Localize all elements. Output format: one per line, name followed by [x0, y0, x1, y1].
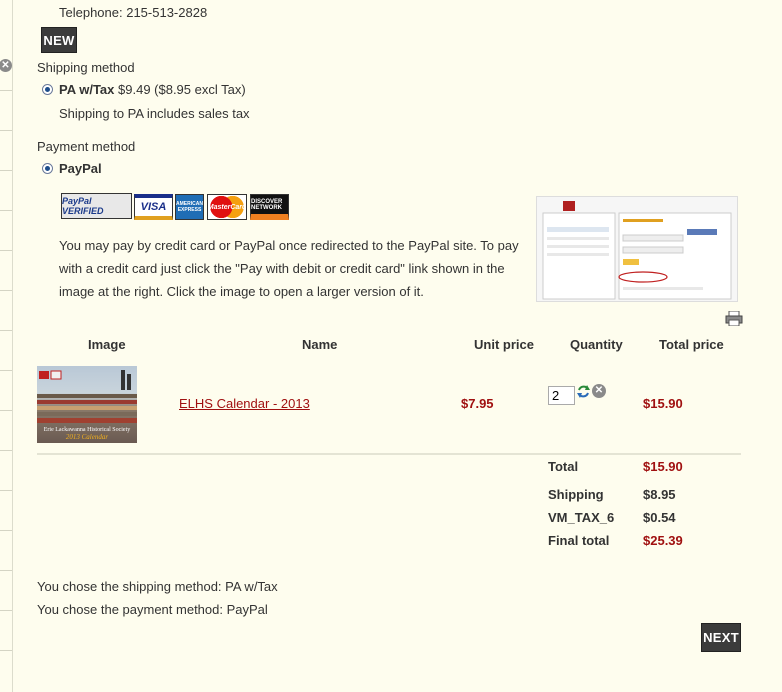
summary-tax-value: $0.54	[643, 510, 676, 525]
payment-option-name: PayPal	[59, 161, 102, 176]
rail-tick	[0, 170, 12, 171]
summary-final-label: Final total	[548, 533, 610, 548]
header-unit-price: Unit price	[474, 337, 534, 352]
confirm-payment-line: You chose the payment method: PayPal	[37, 602, 268, 617]
paypal-instructions-image[interactable]	[536, 196, 738, 302]
refresh-icon[interactable]	[576, 384, 591, 399]
rail-tick	[0, 450, 12, 451]
cart-divider	[37, 453, 741, 455]
rail-tick	[0, 90, 12, 91]
visa-logo: VISA	[134, 194, 173, 220]
summary-shipping-value: $8.95	[643, 487, 676, 502]
payment-description: You may pay by credit card or PayPal onc…	[59, 238, 519, 299]
mastercard-logo: MasterCard	[207, 194, 247, 220]
product-thumbnail[interactable]: Erie Lackawanna Historical Society 2013 …	[37, 366, 137, 443]
rail-tick	[0, 130, 12, 131]
payment-method-heading: Payment method	[37, 139, 136, 154]
discover-logo: DISCOVER NETWORK	[250, 194, 289, 220]
rail-tick	[0, 250, 12, 251]
header-name: Name	[302, 337, 338, 352]
shipping-radio[interactable]	[42, 84, 53, 95]
shipping-option-price: $9.49 ($8.95 excl Tax)	[118, 82, 246, 97]
rail-tick	[0, 490, 12, 491]
payment-radio[interactable]	[42, 163, 53, 174]
remove-item-icon[interactable]: ✕	[592, 384, 606, 398]
shipping-option-name: PA w/Tax	[59, 82, 115, 97]
header-total-price: Total price	[659, 337, 724, 352]
shipping-method-heading: Shipping method	[37, 60, 135, 75]
paypal-verified-text: PayPal VERIFIED	[62, 196, 104, 216]
rail-tick	[0, 370, 12, 371]
thumb-caption-line2: 2013 Calendar	[65, 433, 109, 441]
header-image: Image	[88, 337, 126, 352]
amex-logo: AMERICAN EXPRESS	[175, 194, 204, 220]
rail-tick	[0, 410, 12, 411]
summary-total-label: Total	[548, 459, 579, 474]
left-rail	[0, 0, 13, 692]
total-price-value: $15.90	[643, 396, 683, 411]
shipping-option: PA w/Tax $9.49 ($8.95 excl Tax)	[59, 82, 246, 97]
summary-final-value: $25.39	[643, 533, 683, 548]
print-icon[interactable]	[725, 310, 743, 327]
rail-tick	[0, 210, 12, 211]
rail-tick	[0, 330, 12, 331]
summary-total-value: $15.90	[643, 459, 683, 474]
summary-tax-label: VM_TAX_6	[548, 510, 615, 525]
paypal-instructions-graphic	[537, 197, 737, 301]
unit-price-value: $7.95	[461, 396, 494, 411]
new-button[interactable]: NEW	[41, 27, 77, 53]
shipping-note: Shipping to PA includes sales tax	[59, 106, 250, 121]
product-link[interactable]: ELHS Calendar - 2013	[179, 396, 310, 411]
rail-tick	[0, 530, 12, 531]
rail-tick	[0, 650, 12, 651]
next-button[interactable]: NEXT	[701, 623, 741, 652]
quantity-input[interactable]	[548, 386, 575, 405]
confirm-shipping-line: You chose the shipping method: PA w/Tax	[37, 579, 278, 594]
paypal-verified-logo: PayPal VERIFIED	[61, 193, 132, 219]
rail-tick	[0, 610, 12, 611]
telephone-text: Telephone: 215-513-2828	[59, 5, 208, 20]
summary-shipping-label: Shipping	[548, 487, 604, 502]
rail-tick	[0, 570, 12, 571]
header-quantity: Quantity	[570, 337, 623, 352]
rail-tick	[0, 290, 12, 291]
